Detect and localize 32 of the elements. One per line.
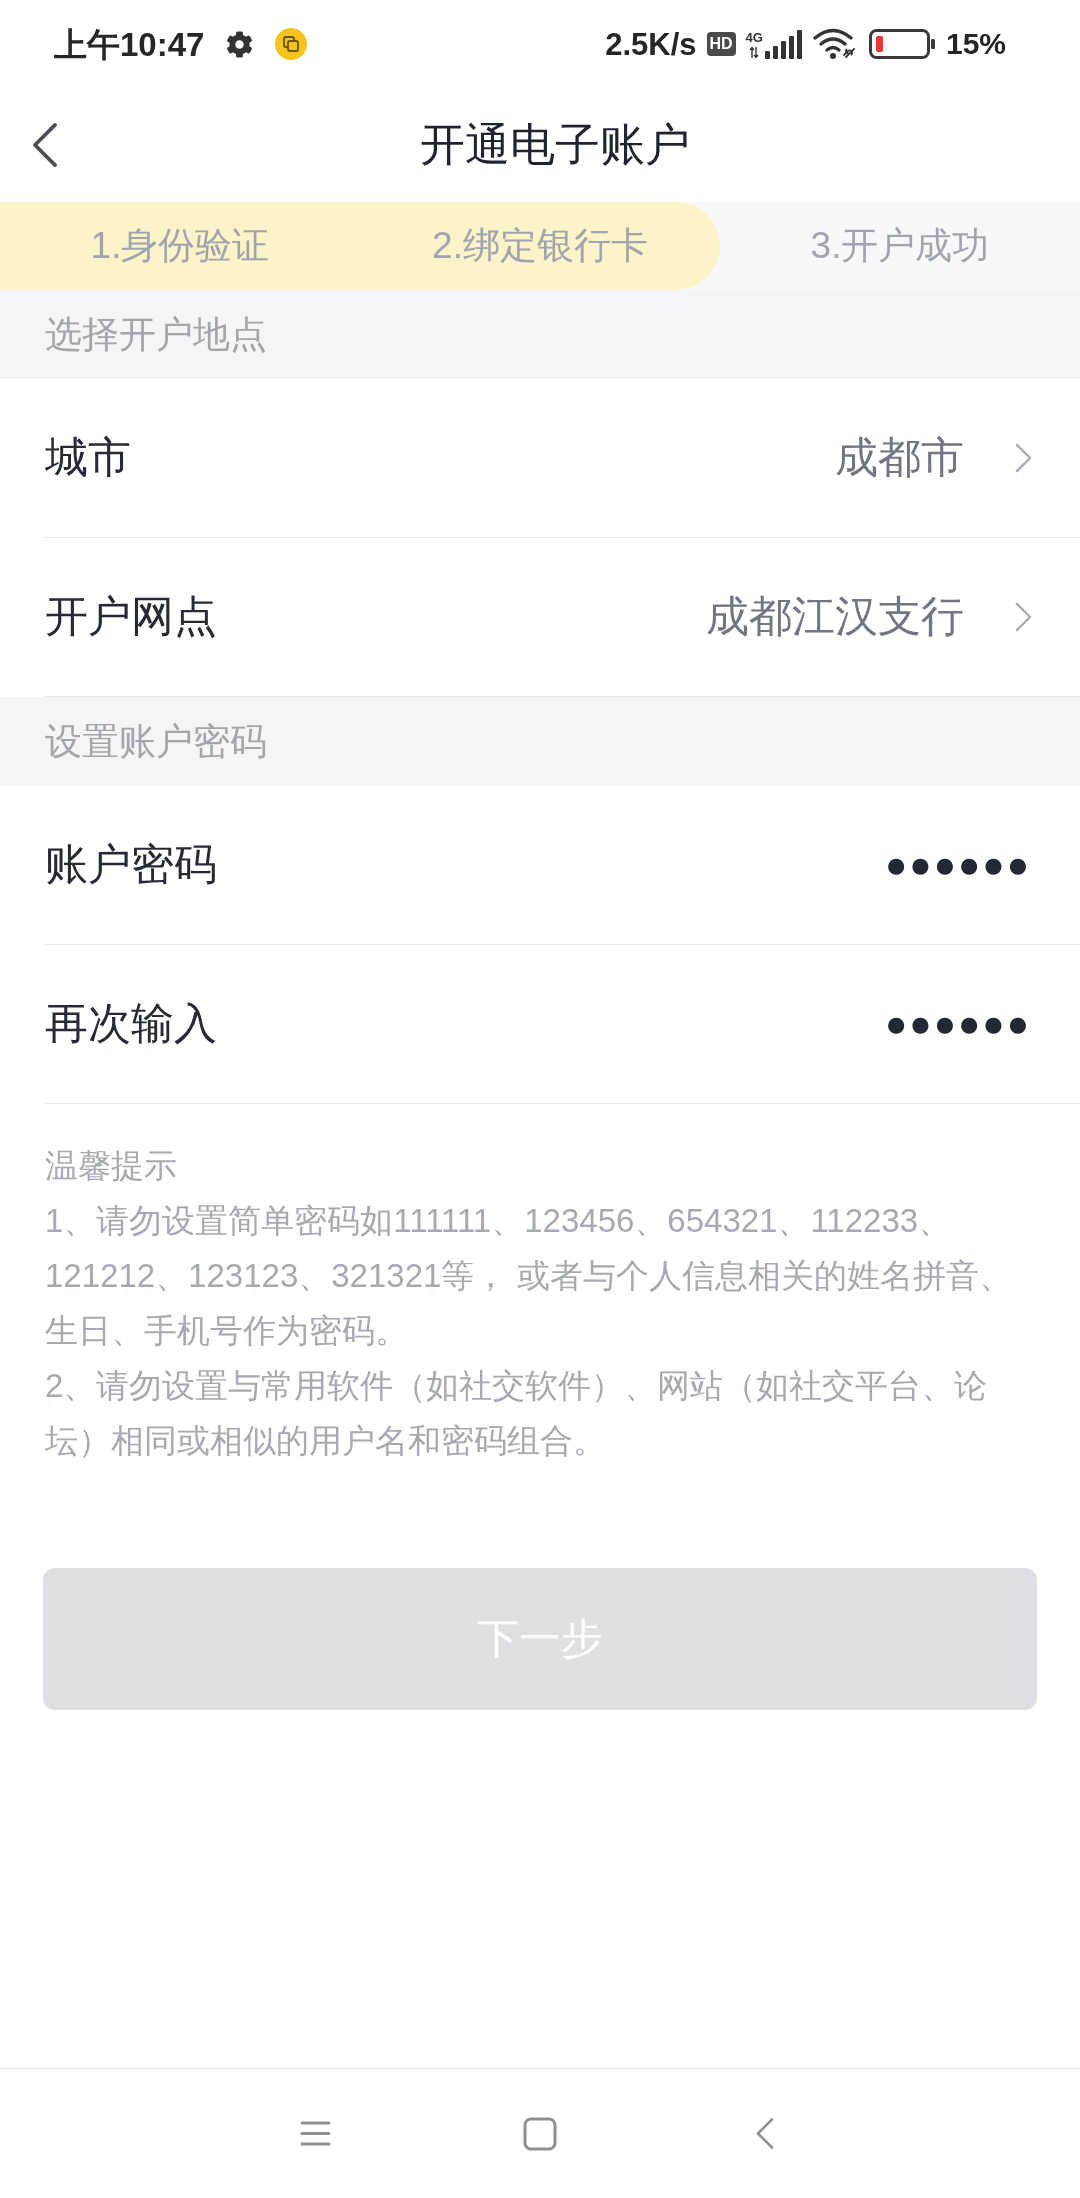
progress-step: 2.绑定银行卡 [360, 202, 720, 290]
password-field[interactable]: ●●●●●● [887, 1013, 1033, 1035]
hd-badge: HD [706, 32, 736, 56]
network-speed: 2.5K/s [605, 28, 697, 60]
tips-title: 温馨提示 [45, 1146, 178, 1186]
progress-step: 3.开户成功 [720, 202, 1080, 290]
password-field[interactable]: ●●●●●● [887, 854, 1033, 876]
tip-text: 1、请勿设置简单密码如111111、123456、654321、112233、121212、123123、321321等， 或者与个人信息相关的姓名拼音、生日、手机号作为密码。 [45, 1201, 1013, 1351]
field-label: 账户密码 [45, 839, 217, 890]
chevron-right-icon [1014, 602, 1033, 632]
status-time: 上午10:47 [54, 27, 205, 61]
select-value[interactable]: 成都江汉支行 [706, 588, 964, 646]
app-notification-icon [275, 28, 308, 60]
battery-icon [868, 29, 936, 59]
battery-percent: 15% [945, 29, 1006, 59]
network-type-label: 4G [745, 30, 763, 44]
page-title: 开通电子账户 [420, 118, 690, 172]
field-label: 再次输入 [45, 998, 217, 1049]
section-header: 选择开户地点 [0, 290, 1080, 379]
signal-icon [764, 29, 803, 59]
field-label: 开户网点 [45, 591, 217, 642]
field-label: 城市 [45, 432, 131, 483]
progress-step: 1.身份验证 [0, 202, 360, 290]
tip-text: 2、请勿设置与常用软件（如社交软件）、网站（如社交平台、论坛）相同或相似的用户名和密码组合。 [45, 1366, 989, 1461]
data-arrows-icon [749, 45, 760, 59]
chevron-right-icon [1014, 443, 1033, 473]
settings-icon [226, 30, 254, 58]
select-value[interactable]: 成都市 [835, 429, 964, 487]
section-header: 设置账户密码 [0, 697, 1080, 786]
back-icon[interactable] [30, 122, 60, 168]
home-icon[interactable] [523, 2116, 557, 2151]
menu-icon[interactable] [299, 2120, 331, 2147]
